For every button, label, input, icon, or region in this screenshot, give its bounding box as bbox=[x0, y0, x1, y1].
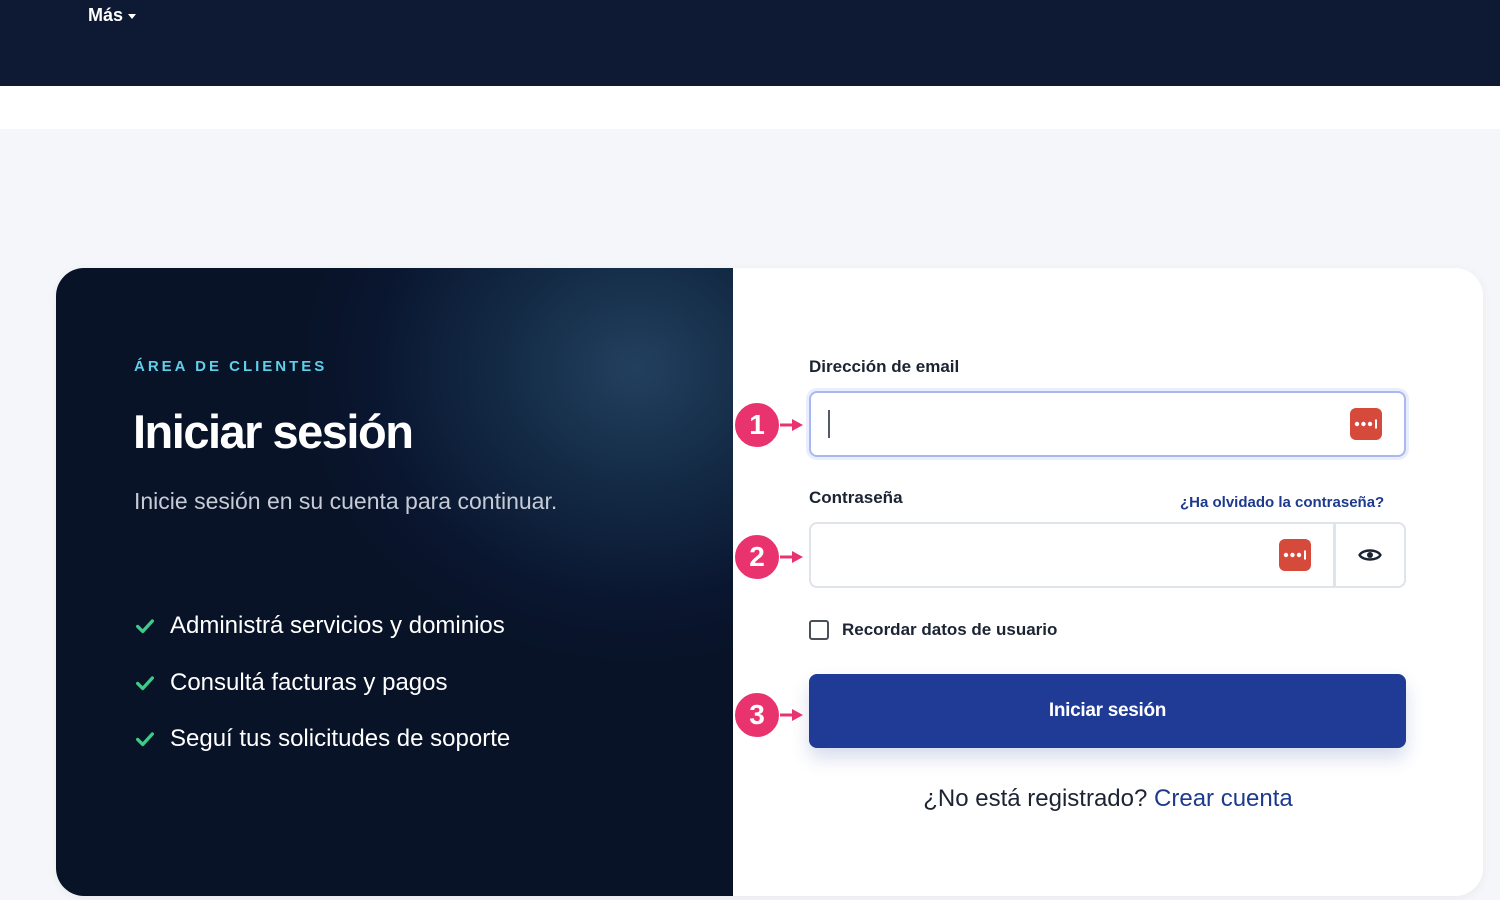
forgot-password-link[interactable]: ¿Ha olvidado la contraseña? bbox=[1180, 494, 1384, 511]
remember-me[interactable]: Recordar datos de usuario bbox=[809, 620, 1057, 640]
chevron-down-icon bbox=[128, 14, 137, 19]
register-prompt-text: ¿No está registrado? bbox=[923, 785, 1148, 812]
login-button[interactable]: Iniciar sesión bbox=[809, 674, 1406, 748]
feature-text: Consultá facturas y pagos bbox=[170, 668, 448, 696]
annotation-step-3: 3 bbox=[733, 691, 804, 739]
password-label: Contraseña bbox=[809, 488, 903, 507]
password-manager-dots-icon bbox=[1283, 550, 1306, 560]
show-password-button[interactable] bbox=[1334, 522, 1406, 588]
check-icon bbox=[136, 676, 154, 690]
login-form: Dirección de email Contraseña ¿Ha olvida… bbox=[733, 268, 1483, 896]
feature-list: Administrá servicios y dominios Consultá… bbox=[134, 598, 510, 768]
annotation-number: 1 bbox=[733, 401, 781, 449]
feature-item: Seguí tus solicitudes de soporte bbox=[134, 711, 510, 768]
section-eyebrow: ÁREA DE CLIENTES bbox=[134, 358, 328, 375]
welcome-panel: ÁREA DE CLIENTES Iniciar sesión Inicie s… bbox=[56, 268, 733, 896]
page-subtitle: Inicie sesión en su cuenta para continua… bbox=[134, 488, 558, 514]
remember-checkbox[interactable] bbox=[809, 620, 829, 640]
annotation-step-1: 1 bbox=[733, 401, 804, 449]
password-manager-dots-icon bbox=[1354, 419, 1377, 429]
password-field[interactable] bbox=[809, 522, 1335, 588]
register-prompt: ¿No está registrado? Crear cuenta bbox=[733, 785, 1483, 813]
check-icon bbox=[136, 619, 154, 634]
arrow-right-icon bbox=[780, 419, 803, 431]
more-menu-label: Más bbox=[88, 5, 124, 25]
password-manager-icon[interactable] bbox=[1350, 408, 1382, 440]
text-cursor bbox=[828, 410, 830, 438]
feature-text: Seguí tus solicitudes de soporte bbox=[170, 725, 511, 753]
eye-icon bbox=[1358, 549, 1382, 561]
remember-label: Recordar datos de usuario bbox=[842, 620, 1058, 639]
email-field[interactable] bbox=[809, 391, 1406, 457]
arrow-right-icon bbox=[780, 709, 803, 721]
annotation-number: 2 bbox=[733, 533, 781, 581]
more-menu[interactable]: Más bbox=[88, 5, 137, 26]
feature-item: Administrá servicios y dominios bbox=[134, 598, 510, 655]
header-spacer bbox=[0, 86, 1500, 129]
email-label: Dirección de email bbox=[809, 357, 960, 376]
annotation-number: 3 bbox=[733, 691, 781, 739]
top-navigation-bar: Más bbox=[0, 0, 1500, 86]
create-account-link[interactable]: Crear cuenta bbox=[1154, 785, 1293, 812]
page-title: Iniciar sesión bbox=[133, 405, 414, 458]
password-manager-icon[interactable] bbox=[1279, 539, 1311, 571]
arrow-right-icon bbox=[780, 551, 803, 563]
login-card: ÁREA DE CLIENTES Iniciar sesión Inicie s… bbox=[56, 268, 1483, 896]
check-icon bbox=[136, 732, 154, 747]
feature-item: Consultá facturas y pagos bbox=[134, 655, 510, 712]
feature-text: Administrá servicios y dominios bbox=[170, 612, 505, 640]
annotation-step-2: 2 bbox=[733, 533, 804, 581]
